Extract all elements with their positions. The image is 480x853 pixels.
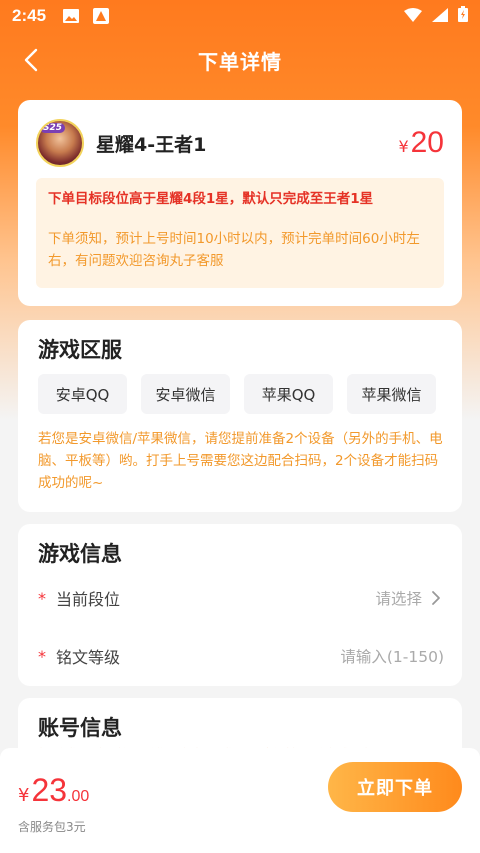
server-option-ios-qq[interactable]: 苹果QQ <box>244 374 333 414</box>
server-section-title: 游戏区服 <box>38 338 122 362</box>
signal-icon <box>432 7 448 26</box>
wifi-icon <box>404 7 422 26</box>
inscription-level-input[interactable]: 请输入(1-150) <box>340 645 444 667</box>
game-info-card: 游戏信息 * 当前段位 请选择 * 铭文等级 请输入(1-150) <box>18 524 462 686</box>
server-note: 若您是安卓微信/苹果微信，请您提前准备2个设备（另外的手机、电脑、平板等）哟。打… <box>38 431 443 491</box>
status-right <box>404 6 468 26</box>
status-time: 2:45 <box>12 6 47 25</box>
server-options: 安卓QQ 安卓微信 苹果QQ 苹果微信 <box>38 374 436 414</box>
order-notice-box: 下单目标段位高于星耀4段1星，默认只完成至王者1星 下单须知，预计上号时间10小… <box>36 178 444 288</box>
rank-range-title: 星耀4-王者1 <box>96 133 207 156</box>
navigation-bar: 下单详情 <box>0 32 480 88</box>
inscription-level-label: 铭文等级 <box>56 648 121 667</box>
chevron-right-icon <box>432 591 440 605</box>
required-mark: * <box>38 646 46 666</box>
account-section-title: 账号信息 <box>38 716 122 740</box>
server-option-ios-wechat[interactable]: 苹果微信 <box>347 374 436 414</box>
price-value: 20 <box>410 126 444 159</box>
server-option-android-wechat[interactable]: 安卓微信 <box>141 374 230 414</box>
notice-warning: 下单目标段位高于星耀4段1星，默认只完成至王者1星 <box>48 191 374 207</box>
battery-icon <box>458 6 468 26</box>
current-rank-select[interactable]: 请选择 <box>375 587 444 609</box>
rank-price: ¥ 20 <box>398 126 444 160</box>
submit-order-button[interactable]: 立即下单 <box>328 762 462 812</box>
total-decimal: .00 <box>67 788 90 805</box>
total-integer: 23 <box>31 772 68 808</box>
current-rank-label: 当前段位 <box>56 590 121 609</box>
order-summary-card: S25 星耀4-王者1 ¥ 20 下单目标段位高于星耀4段1星，默认只完成至王者… <box>18 100 462 306</box>
gallery-icon <box>62 8 80 24</box>
avatar-season-badge: S25 <box>40 123 66 133</box>
back-button[interactable] <box>16 44 46 76</box>
service-fee-note: 含服务包3元 <box>18 820 86 834</box>
hero-avatar: S25 <box>36 119 84 167</box>
chevron-left-icon <box>24 48 38 72</box>
server-option-android-qq[interactable]: 安卓QQ <box>38 374 127 414</box>
page-title: 下单详情 <box>198 49 282 74</box>
current-rank-row[interactable]: * 当前段位 请选择 <box>38 576 444 620</box>
notice-info: 下单须知，预计上号时间10小时以内，预计完单时间60小时左右，有问题欢迎咨询丸子… <box>48 231 420 269</box>
total-currency-symbol: ¥ <box>18 785 30 806</box>
current-rank-placeholder: 请选择 <box>375 590 422 608</box>
inscription-level-row: * 铭文等级 请输入(1-150) <box>38 634 444 678</box>
price-currency-symbol: ¥ <box>398 137 409 156</box>
required-mark: * <box>38 588 46 608</box>
total-price: ¥ 23 .00 <box>18 772 89 809</box>
game-server-card: 游戏区服 安卓QQ 安卓微信 苹果QQ 苹果微信 若您是安卓微信/苹果微信，请您… <box>18 320 462 512</box>
rank-row: S25 星耀4-王者1 ¥ 20 <box>36 118 444 168</box>
bottom-order-bar: ¥ 23 .00 含服务包3元 立即下单 <box>0 748 480 853</box>
app-notification-icon <box>92 8 110 24</box>
game-info-section-title: 游戏信息 <box>38 542 122 566</box>
status-bar: 2:45 <box>0 0 480 32</box>
